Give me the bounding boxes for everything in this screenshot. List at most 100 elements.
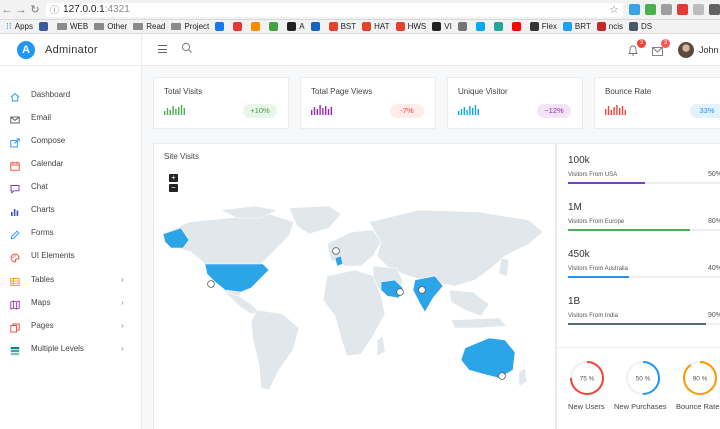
australia-highlight[interactable] <box>460 337 516 379</box>
bookmark-label: WEB <box>69 22 89 31</box>
map-marker[interactable] <box>418 286 426 294</box>
sparkline-bar <box>330 107 332 115</box>
africa-region[interactable] <box>322 269 386 357</box>
info-icon[interactable]: ⓘ <box>50 3 59 16</box>
sparkline-bar <box>319 105 321 115</box>
greenland-region[interactable] <box>288 205 342 235</box>
sidebar-item-compose[interactable]: Compose <box>0 129 142 151</box>
extension-icon[interactable] <box>677 4 688 15</box>
bookmark-item[interactable]: BRT <box>562 22 591 31</box>
bookmark-item[interactable]: ncis <box>596 22 623 31</box>
bookmark-item[interactable] <box>475 22 488 31</box>
bookmark-item[interactable]: BST <box>328 22 356 31</box>
sidebar-item-email[interactable]: Email <box>0 106 142 128</box>
bookmark-item[interactable]: DS <box>629 22 652 31</box>
map-marker[interactable] <box>207 280 215 288</box>
notifications-button[interactable]: 3 <box>628 39 646 56</box>
messages-button[interactable]: 3 <box>652 39 670 56</box>
donut-chart: 75 % <box>570 361 604 395</box>
map-marker[interactable] <box>332 247 340 255</box>
bookmark-star-icon[interactable]: ☆ <box>609 3 619 16</box>
sidebar-item-forms[interactable]: Forms <box>0 221 142 243</box>
world-map[interactable] <box>159 204 549 394</box>
bookmark-item[interactable] <box>251 22 263 31</box>
sidebar-item-calendar[interactable]: Calendar <box>0 152 142 174</box>
back-icon[interactable]: ← <box>0 4 14 16</box>
bookmark-item[interactable] <box>511 22 524 31</box>
map-marker[interactable] <box>498 372 506 380</box>
sidebar-item-dashboard[interactable]: Dashboard <box>0 83 142 105</box>
sidebar-item-multiple-levels[interactable]: Multiple Levels › <box>0 337 142 359</box>
bookmark-item[interactable]: Flex <box>529 22 557 31</box>
mail-icon <box>10 112 20 124</box>
apps-grid-icon: ⁝⁝ <box>6 21 12 31</box>
bookmark-item[interactable] <box>233 22 245 31</box>
favicon-icon <box>629 22 639 31</box>
stat-title: Unique Visitor <box>458 87 508 96</box>
bookmark-item[interactable]: WEB <box>56 22 89 31</box>
country-stat: 450k Visitors From Australia 40% <box>568 249 720 289</box>
sidebar-item-charts[interactable]: Charts <box>0 198 142 220</box>
sidebar-item-maps[interactable]: Maps › <box>0 291 142 313</box>
bookmark-label: Flex <box>541 22 557 31</box>
usa-highlight[interactable] <box>204 263 270 293</box>
bookmark-item[interactable]: ⁝⁝ Apps <box>6 21 33 32</box>
bookmark-item[interactable] <box>269 22 281 31</box>
stat-change-badge: 33% <box>690 104 720 118</box>
sidebar-item-ui-elements[interactable]: UI Elements <box>0 244 142 266</box>
central-america-region[interactable] <box>223 291 260 315</box>
southeast-asia-region[interactable] <box>448 289 490 317</box>
progress-track <box>568 323 720 325</box>
sidebar: Dashboard Email Compose Calendar Chat Charts F… <box>0 66 142 429</box>
user-name[interactable]: John Doe <box>699 45 720 55</box>
sparkline-bar <box>621 106 624 115</box>
zoom-out-button[interactable]: − <box>169 184 178 192</box>
extension-icon[interactable] <box>709 4 720 15</box>
sidebar-item-chat[interactable]: Chat <box>0 175 142 197</box>
bookmark-item[interactable] <box>493 22 506 31</box>
favicon-icon <box>328 22 338 31</box>
bookmark-item[interactable] <box>215 22 227 31</box>
reload-icon[interactable]: ↻ <box>28 3 42 16</box>
visitor-count: 100k <box>568 155 590 166</box>
sparkline-bar <box>183 108 185 115</box>
visitor-count: 1B <box>568 296 581 307</box>
extension-icon[interactable] <box>645 4 656 15</box>
bookmark-item[interactable]: VI <box>432 22 452 31</box>
extension-icon[interactable] <box>661 4 672 15</box>
map-marker[interactable] <box>396 288 404 296</box>
bookmark-label: Other <box>107 22 128 31</box>
bookmark-item[interactable] <box>310 22 323 31</box>
new-zealand-region[interactable] <box>518 367 528 387</box>
sidebar-item-tables[interactable]: Tables › <box>0 268 142 290</box>
bookmarks-bar: ⁝⁝ Apps WEB Other Read Project A BST HAT HWS VI Fle… <box>0 20 720 34</box>
bookmark-item[interactable] <box>38 22 51 31</box>
bookmark-item[interactable]: Project <box>171 22 209 31</box>
zoom-in-button[interactable]: + <box>169 174 178 182</box>
extension-icon[interactable] <box>693 4 704 15</box>
address-bar[interactable]: ⓘ 127.0.0.1:4321 ☆ <box>46 2 623 17</box>
avatar[interactable] <box>678 42 694 58</box>
stat-card: Total Page Views -7% <box>300 77 436 129</box>
india-highlight[interactable] <box>412 275 444 313</box>
madagascar-region[interactable] <box>376 335 386 357</box>
bookmark-item[interactable]: Read <box>133 22 165 31</box>
country-stat: 1B Visitors From India 90% <box>568 296 720 336</box>
extension-icon[interactable] <box>629 4 640 15</box>
south-america-region[interactable] <box>250 309 300 391</box>
bookmark-item[interactable] <box>457 22 470 31</box>
menu-toggle-icon[interactable] <box>158 45 167 53</box>
bookmark-item[interactable]: A <box>287 22 305 31</box>
bookmark-item[interactable]: HAT <box>362 22 390 31</box>
bookmark-item[interactable]: HWS <box>395 22 427 31</box>
sidebar-item-pages[interactable]: Pages › <box>0 314 142 336</box>
forward-icon[interactable]: → <box>14 4 28 16</box>
bookmark-label: Apps <box>14 22 33 31</box>
indonesia-region[interactable] <box>450 317 508 329</box>
japan-region[interactable] <box>498 257 510 277</box>
bookmark-label: DS <box>641 22 653 31</box>
search-icon[interactable] <box>181 42 193 54</box>
bookmark-label: HWS <box>407 22 427 31</box>
brand[interactable]: A Adminator <box>0 34 142 66</box>
bookmark-item[interactable]: Other <box>94 22 127 31</box>
